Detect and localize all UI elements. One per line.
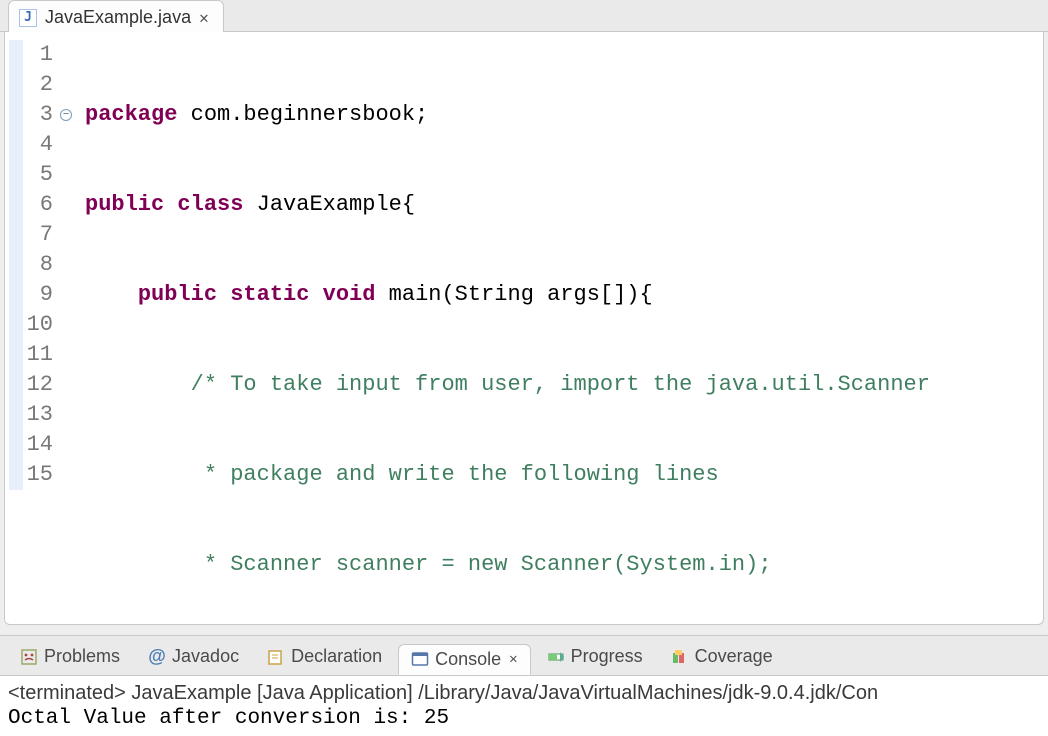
line-number: 10 [23, 310, 57, 340]
line-number: 9 [23, 280, 57, 310]
tab-console[interactable]: Console ✕ [398, 644, 530, 675]
tab-javadoc[interactable]: @ Javadoc [136, 642, 251, 671]
view-tab-strip: Problems @ Javadoc Declaration Console ✕… [0, 636, 1048, 676]
code-area[interactable]: package com.beginnersbook; public class … [79, 32, 1043, 624]
java-file-icon: J [19, 9, 37, 27]
tab-label: Coverage [695, 646, 773, 667]
line-number: 2 [23, 70, 57, 100]
editor-tab-strip: J JavaExample.java ✕ [0, 0, 1048, 32]
close-icon[interactable]: ✕ [509, 651, 517, 667]
editor-tab[interactable]: J JavaExample.java ✕ [8, 0, 224, 32]
console-icon [411, 650, 429, 668]
javadoc-icon: @ [148, 648, 166, 666]
line-number: 7 [23, 220, 57, 250]
line-number: 8 [23, 250, 57, 280]
declaration-icon [267, 648, 285, 666]
workbench: J JavaExample.java ✕ 1 2 3− 4 5 6 7 8 9 … [0, 0, 1048, 736]
line-number: 6 [23, 190, 57, 220]
tab-label: Progress [571, 646, 643, 667]
line-number: 1 [23, 40, 57, 70]
close-icon[interactable]: ✕ [199, 8, 209, 27]
editor-tab-title: JavaExample.java [45, 7, 191, 28]
progress-icon [547, 648, 565, 666]
console-body[interactable]: <terminated> JavaExample [Java Applicati… [0, 676, 1048, 736]
line-number: 11 [23, 340, 57, 370]
gutter: 1 2 3− 4 5 6 7 8 9 10 11 12 13 14 15 [5, 32, 79, 624]
tab-label: Javadoc [172, 646, 239, 667]
line-number: 13 [23, 400, 57, 430]
tab-problems[interactable]: Problems [8, 642, 132, 671]
line-number: 14 [23, 430, 57, 460]
bottom-panel: Problems @ Javadoc Declaration Console ✕… [0, 635, 1048, 736]
console-process-label: <terminated> JavaExample [Java Applicati… [8, 682, 1040, 707]
line-number: 4 [23, 130, 57, 160]
tab-label: Problems [44, 646, 120, 667]
tab-progress[interactable]: Progress [535, 642, 655, 671]
tab-label: Declaration [291, 646, 382, 667]
problems-icon [20, 648, 38, 666]
console-output-line: Octal Value after conversion is: 25 [8, 707, 1040, 730]
line-number: 3 [23, 100, 57, 130]
tab-declaration[interactable]: Declaration [255, 642, 394, 671]
code-editor[interactable]: 1 2 3− 4 5 6 7 8 9 10 11 12 13 14 15 pac… [4, 32, 1044, 625]
line-number: 12 [23, 370, 57, 400]
coverage-icon [671, 648, 689, 666]
line-number: 15 [23, 460, 57, 490]
line-number: 5 [23, 160, 57, 190]
fold-toggle-icon[interactable]: − [60, 109, 72, 121]
tab-label: Console [435, 649, 501, 670]
tab-coverage[interactable]: Coverage [659, 642, 785, 671]
